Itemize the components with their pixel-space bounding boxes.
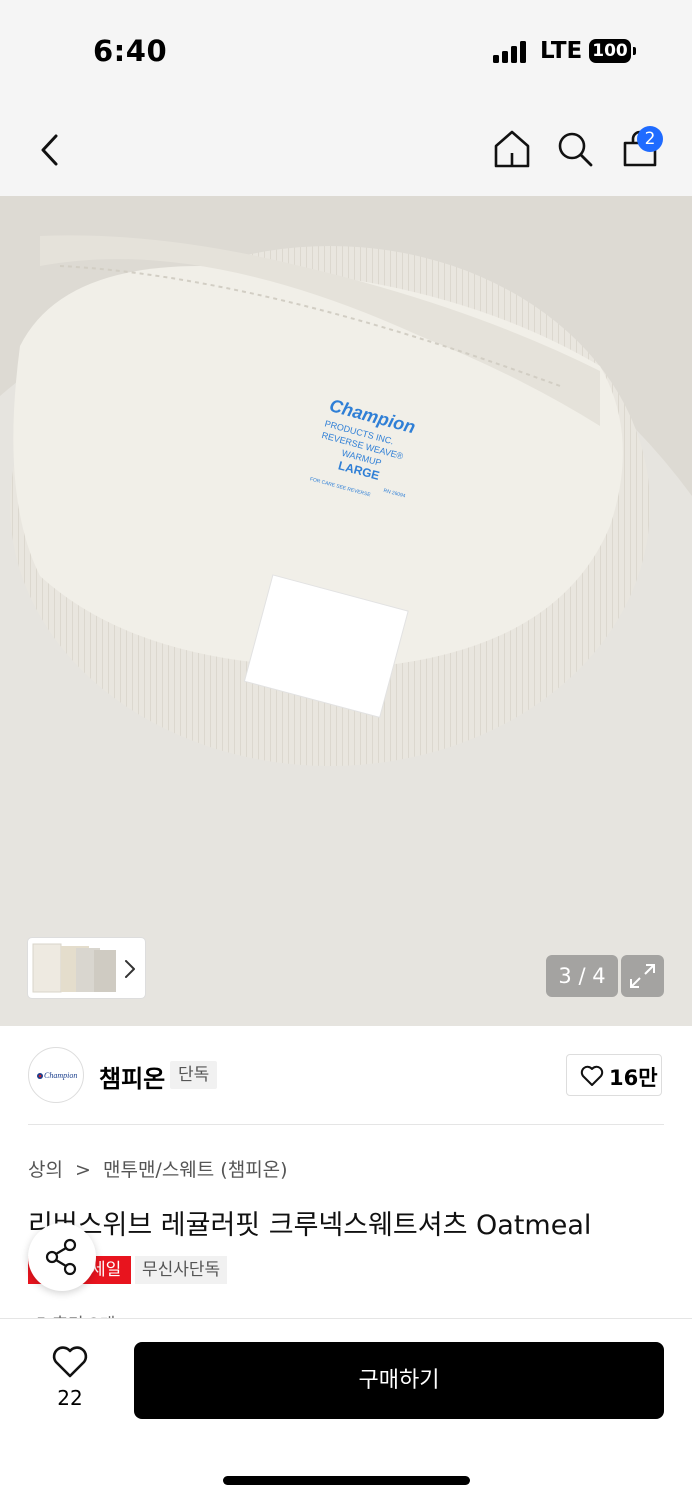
brand-like-count: 16만 xyxy=(609,1066,658,1090)
brand-name[interactable]: 챔피온 xyxy=(99,1059,165,1094)
signal-icon xyxy=(493,41,529,63)
battery-icon: 100 xyxy=(589,39,631,63)
buy-button[interactable]: 구매하기 xyxy=(134,1342,664,1419)
home-indicator[interactable] xyxy=(223,1476,470,1485)
breadcrumb-separator: > xyxy=(75,1159,91,1181)
section-divider xyxy=(28,1124,664,1125)
brand-logo-text: Champion xyxy=(44,1071,77,1080)
status-bar: 6:40 LTE 100 xyxy=(0,0,692,100)
breadcrumb-category[interactable]: 상의 xyxy=(28,1155,63,1182)
battery-tip xyxy=(633,47,636,55)
brand-exclusive-tag: 단독 xyxy=(170,1061,218,1089)
expand-icon xyxy=(630,964,655,988)
home-icon[interactable] xyxy=(493,129,531,169)
product-image[interactable]: Champion PRODUCTS INC. REVERSE WEAVE® WA… xyxy=(0,196,692,1026)
wishlist-heart-icon[interactable] xyxy=(51,1345,89,1379)
brand-logo[interactable]: Champion xyxy=(28,1047,84,1103)
share-button[interactable] xyxy=(28,1223,96,1291)
product-title: 리버스위브 레귤러핏 크루넥스웨트셔츠 Oatmeal xyxy=(28,1210,592,1241)
status-time: 6:40 xyxy=(93,34,168,68)
heart-outline-icon xyxy=(580,1065,604,1086)
breadcrumb: 상의 > 맨투맨/스웨트 (챔피온) xyxy=(28,1155,294,1182)
cart-count-badge: 2 xyxy=(637,126,663,152)
breadcrumb-subcategory[interactable]: 맨투맨/스웨트 (챔피온) xyxy=(103,1155,288,1182)
network-type: LTE xyxy=(540,38,583,64)
exclusive-badge: 무신사단독 xyxy=(135,1256,228,1284)
image-counter: 3 / 4 xyxy=(546,955,618,997)
chevron-right-icon[interactable] xyxy=(123,958,137,980)
sweatshirt-collar-photo: Champion PRODUCTS INC. REVERSE WEAVE® WA… xyxy=(0,196,692,1026)
back-chevron-icon[interactable] xyxy=(36,132,64,168)
fullscreen-button[interactable] xyxy=(621,955,664,997)
search-icon[interactable] xyxy=(556,130,594,168)
share-icon xyxy=(45,1238,77,1276)
wishlist-count: 22 xyxy=(57,1386,83,1410)
